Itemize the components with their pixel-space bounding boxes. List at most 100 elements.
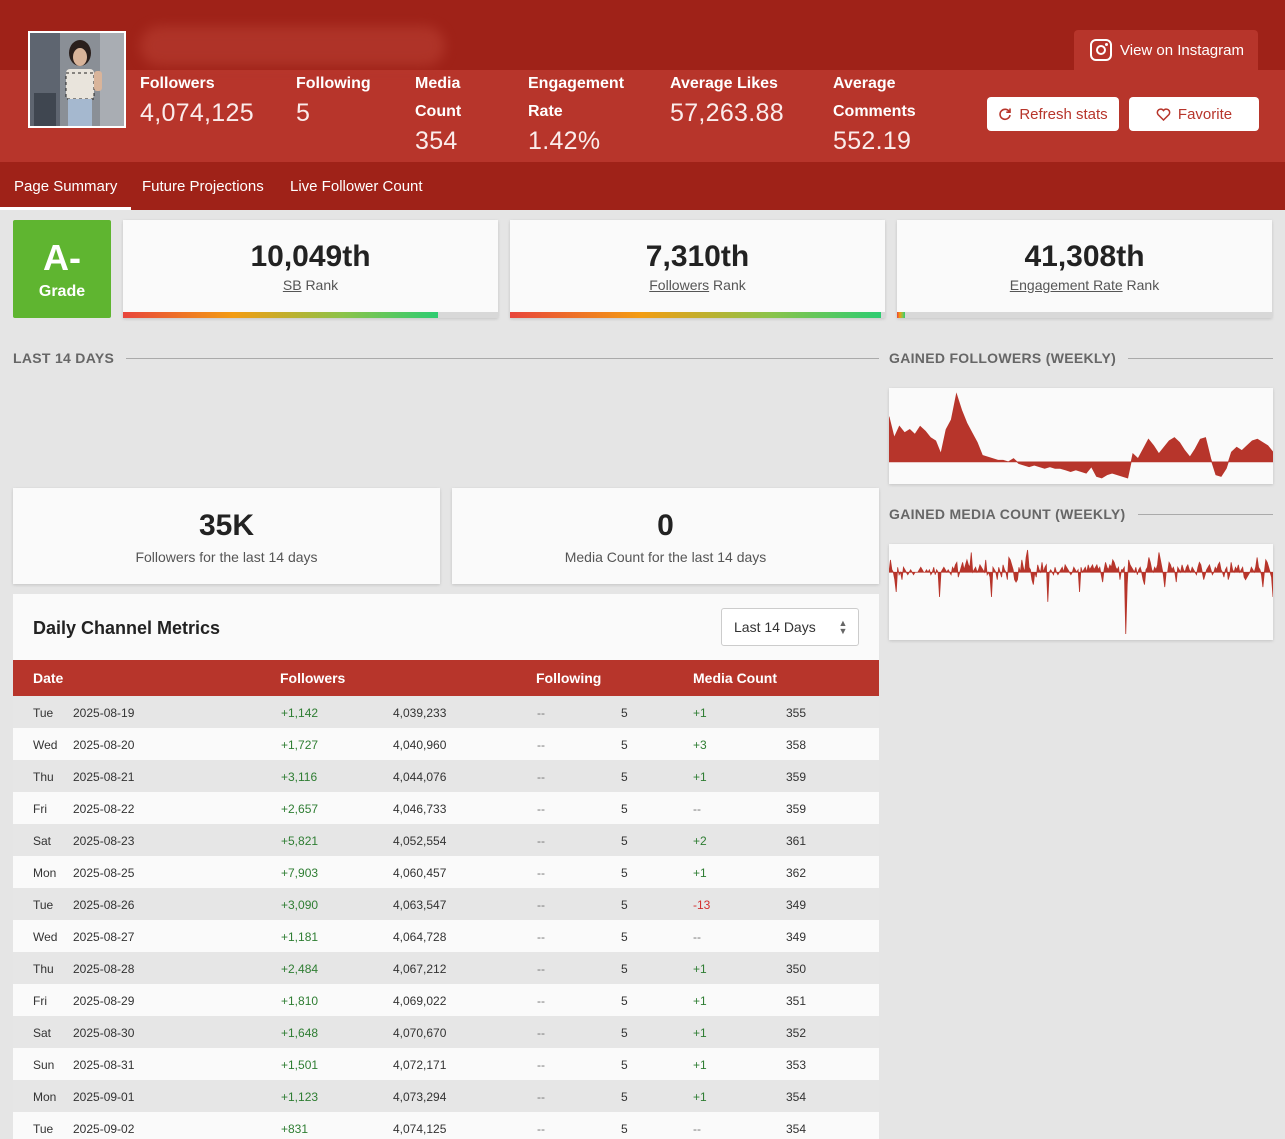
- cell-followers-change: +7,903: [281, 866, 319, 880]
- range-select[interactable]: Last 14 Days ▲ ▼: [721, 608, 859, 646]
- stat-value: 57,263.88: [670, 99, 784, 127]
- section-title: LAST 14 DAYS: [13, 350, 115, 366]
- cell-following-total: 5: [621, 1026, 628, 1040]
- cell-media-change: +1: [693, 706, 707, 720]
- table-row: Thu 2025-08-21 +3,116 4,044,076 -- 5 +1 359: [13, 760, 879, 792]
- cell-followers-change: +1,501: [281, 1058, 319, 1072]
- stat-value: 4,074,125: [140, 99, 254, 127]
- cell-followers-change: +1,123: [281, 1090, 319, 1104]
- section-title: GAINED FOLLOWERS (WEEKLY): [889, 350, 1117, 366]
- section-title: GAINED MEDIA COUNT (WEEKLY): [889, 506, 1126, 522]
- cell-following-change: --: [537, 1122, 545, 1136]
- stat-label: Following: [296, 75, 371, 92]
- rank-link-followers[interactable]: Followers: [649, 277, 709, 293]
- cell-date: 2025-08-20: [73, 738, 135, 752]
- cell-weekday: Thu: [33, 962, 54, 976]
- favorite-button[interactable]: Favorite: [1129, 97, 1259, 131]
- summary-value: 0: [657, 509, 674, 542]
- rank-suffix: Rank: [713, 277, 746, 293]
- cell-followers-total: 4,070,670: [393, 1026, 447, 1040]
- cell-date: 2025-09-02: [73, 1122, 135, 1136]
- refresh-icon: [999, 108, 1012, 121]
- refresh-stats-label: Refresh stats: [1019, 105, 1108, 123]
- cell-following-total: 5: [621, 994, 628, 1008]
- cell-following-total: 5: [621, 898, 628, 912]
- table-row: Sat 2025-08-23 +5,821 4,052,554 -- 5 +2 361: [13, 824, 879, 856]
- table-body: Tue 2025-08-19 +1,142 4,039,233 -- 5 +1 355 Wed 2…: [13, 696, 879, 1139]
- favorite-label: Favorite: [1177, 105, 1233, 123]
- cell-media-change: --: [693, 930, 701, 944]
- cell-media-change: +1: [693, 770, 707, 784]
- cell-weekday: Tue: [33, 898, 54, 912]
- rank-link-engagement-rate[interactable]: Engagement Rate: [1010, 277, 1123, 293]
- cell-media-change: +1: [693, 1090, 707, 1104]
- tab-live-follower-count[interactable]: Live Follower Count: [290, 162, 423, 210]
- view-on-instagram-button[interactable]: View on Instagram: [1074, 30, 1258, 70]
- cell-followers-total: 4,074,125: [393, 1122, 447, 1136]
- cell-following-total: 5: [621, 770, 628, 784]
- table-row: Wed 2025-08-20 +1,727 4,040,960 -- 5 +3 358: [13, 728, 879, 760]
- summary-value: 35K: [198, 509, 255, 542]
- rank-progress-bar: [123, 312, 498, 318]
- profile-name-blurred: [140, 26, 445, 66]
- cell-date: 2025-08-31: [73, 1058, 135, 1072]
- tab-page-summary[interactable]: Page Summary: [0, 162, 132, 210]
- cell-followers-total: 4,064,728: [393, 930, 447, 944]
- tab-future-projections[interactable]: Future Projections: [142, 162, 264, 210]
- cell-following-change: --: [537, 962, 545, 976]
- cell-followers-total: 4,069,022: [393, 994, 447, 1008]
- cell-media-change: +2: [693, 834, 707, 848]
- sparkline-area: [888, 549, 1274, 635]
- column-header-following[interactable]: Following: [536, 670, 601, 686]
- rank-progress-fill: [897, 312, 905, 318]
- rank-progress-bar: [897, 312, 1272, 318]
- cell-following-change: --: [537, 930, 545, 944]
- refresh-stats-button[interactable]: Refresh stats: [987, 97, 1119, 131]
- daily-channel-metrics: Daily Channel Metrics Last 14 Days ▲ ▼ Da…: [13, 594, 879, 1139]
- cell-weekday: Fri: [33, 994, 47, 1008]
- cell-media-change: +1: [693, 962, 707, 976]
- table-row: Fri 2025-08-29 +1,810 4,069,022 -- 5 +1 351: [13, 984, 879, 1016]
- cell-media-total: 354: [786, 1090, 807, 1104]
- stat-following: Following 5: [296, 70, 371, 128]
- cell-media-total: 355: [786, 706, 807, 720]
- cell-followers-total: 4,073,294: [393, 1090, 447, 1104]
- column-header-media-count[interactable]: Media Count: [693, 670, 777, 686]
- cell-following-total: 5: [621, 962, 628, 976]
- column-header-followers[interactable]: Followers: [280, 670, 345, 686]
- table-row: Wed 2025-08-27 +1,181 4,064,728 -- 5 -- 349: [13, 920, 879, 952]
- divider: [1128, 357, 1273, 359]
- stat-label: Average Likes: [670, 75, 778, 92]
- cell-following-total: 5: [621, 930, 628, 944]
- cell-followers-change: +3,116: [281, 770, 318, 784]
- cell-weekday: Thu: [33, 770, 54, 784]
- cell-media-total: 361: [786, 834, 807, 848]
- cell-followers-change: +1,142: [281, 706, 319, 720]
- cell-weekday: Sat: [33, 834, 52, 848]
- table-row: Thu 2025-08-28 +2,484 4,067,212 -- 5 +1 350: [13, 952, 879, 984]
- last-14-days-header: LAST 14 DAYS: [13, 350, 879, 366]
- gained-media-header: GAINED MEDIA COUNT (WEEKLY): [889, 506, 1273, 522]
- table-row: Fri 2025-08-22 +2,657 4,046,733 -- 5 -- 359: [13, 792, 879, 824]
- rank-value: 10,049th: [250, 240, 371, 273]
- cell-followers-total: 4,039,233: [393, 706, 447, 720]
- cell-weekday: Tue: [33, 1122, 54, 1136]
- rank-link-sb[interactable]: SB: [283, 277, 302, 293]
- cell-following-change: --: [537, 866, 545, 880]
- column-header-date[interactable]: Date: [33, 670, 63, 686]
- stat-label: Followers: [140, 75, 215, 92]
- cell-media-total: 358: [786, 738, 807, 752]
- table-row: Mon 2025-09-01 +1,123 4,073,294 -- 5 +1 354: [13, 1080, 879, 1112]
- cell-weekday: Fri: [33, 802, 47, 816]
- cell-followers-change: +1,181: [281, 930, 319, 944]
- cell-followers-total: 4,060,457: [393, 866, 447, 880]
- table-row: Mon 2025-08-25 +7,903 4,060,457 -- 5 +1 362: [13, 856, 879, 888]
- cell-date: 2025-08-22: [73, 802, 135, 816]
- cell-date: 2025-09-01: [73, 1090, 135, 1104]
- cell-followers-change: +5,821: [281, 834, 319, 848]
- stat-label: Average Comments: [833, 75, 916, 120]
- gained-media-chart: [888, 544, 1274, 640]
- table-header: Date Followers Following Media Count: [13, 660, 879, 696]
- cell-followers-change: +1,648: [281, 1026, 319, 1040]
- followers-14-days-card: 35K Followers for the last 14 days: [13, 488, 440, 584]
